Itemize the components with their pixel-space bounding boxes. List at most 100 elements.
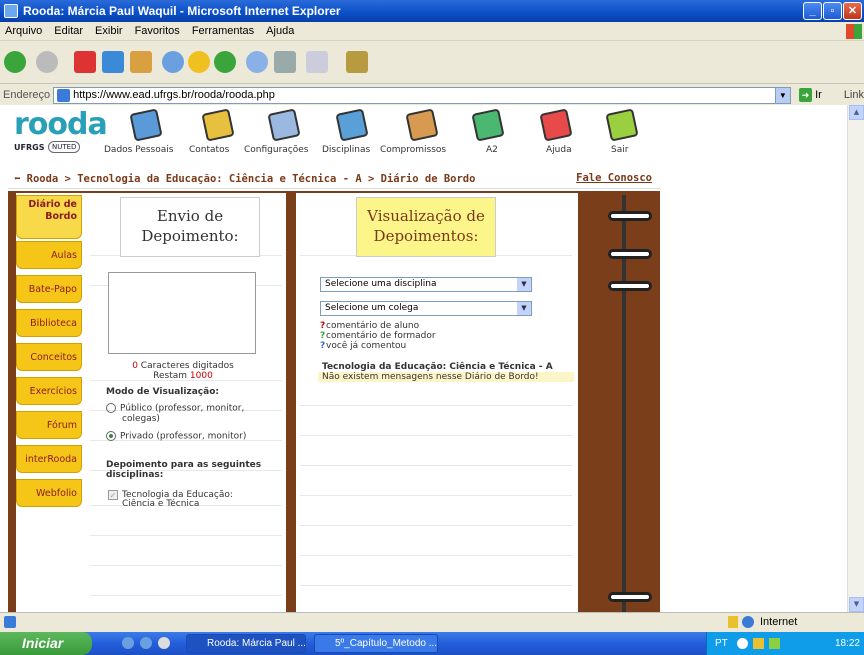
rooda-logo: rooda	[14, 107, 108, 142]
tab-aulas[interactable]: Aulas	[16, 241, 82, 269]
start-button[interactable]: Iniciar	[0, 632, 92, 655]
edit-icon[interactable]	[306, 51, 328, 73]
tab-interrooda[interactable]: interRooda	[16, 445, 82, 473]
network-icon[interactable]	[737, 638, 748, 649]
toolbar	[0, 41, 864, 84]
view-testimonies-label: Visualização de Depoimentos:	[356, 197, 496, 257]
tab-biblioteca[interactable]: Biblioteca	[16, 309, 82, 337]
nav-contatos[interactable]: Contatos	[189, 145, 229, 155]
menu-bar: Arquivo Editar Exibir Favoritos Ferramen…	[0, 22, 864, 41]
tab-bate-papo[interactable]: Bate-Papo	[16, 275, 82, 303]
history-icon[interactable]	[214, 51, 236, 73]
tab-diario-de-bordo[interactable]: Diário de Bordo	[16, 195, 82, 239]
go-button[interactable]: Ir	[815, 89, 822, 101]
vertical-scrollbar[interactable]: ▲ ▼	[847, 105, 864, 612]
ufrgs-logo: UFRGS	[14, 143, 45, 152]
disciplines-icon[interactable]	[335, 108, 369, 142]
chars-remaining: Restam 1000	[108, 371, 258, 381]
nav-ajuda[interactable]: Ajuda	[546, 145, 572, 155]
option-public[interactable]: Público (professor, monitor,	[106, 403, 244, 414]
back-arrow-icon[interactable]: ⬅	[14, 172, 21, 185]
option-private[interactable]: Privado (professor, monitor)	[106, 431, 246, 442]
forward-icon[interactable]	[36, 51, 58, 73]
tab-forum[interactable]: Fórum	[16, 411, 82, 439]
minimize-button[interactable]: _	[803, 2, 822, 20]
mode-label: Modo de Visualização:	[106, 387, 219, 397]
window-title-bar: Rooda: Márcia Paul Waquil - Microsoft In…	[0, 0, 864, 22]
send-testimony-label: Envio de Depoimento:	[120, 197, 260, 257]
task-rooda[interactable]: Rooda: Márcia Paul ...	[186, 634, 306, 653]
task-document[interactable]: 5º_Capítulo_Metodo ...	[314, 634, 438, 653]
stop-icon[interactable]	[74, 51, 96, 73]
search-icon[interactable]	[162, 51, 184, 73]
tray-icon-2[interactable]	[769, 638, 780, 649]
ie-quicklaunch-icon-2[interactable]	[140, 637, 152, 649]
calendar-icon[interactable]	[405, 108, 439, 142]
language-indicator[interactable]: PT	[715, 638, 728, 649]
scroll-up-icon[interactable]: ▲	[849, 105, 864, 120]
discipline-checkbox[interactable]: ✓	[108, 490, 118, 500]
contact-link[interactable]: Fale Conosco	[576, 172, 652, 184]
colleague-select-value: Selecione um colega	[325, 303, 419, 313]
contacts-icon[interactable]	[201, 108, 235, 142]
help-icon[interactable]	[539, 108, 573, 142]
scroll-down-icon[interactable]: ▼	[849, 597, 864, 612]
legend-you: ?você já comentou	[320, 341, 407, 351]
tab-webfolio[interactable]: Webfolio	[16, 479, 82, 507]
radio-private[interactable]	[106, 431, 116, 441]
discipline-select[interactable]: Selecione uma disciplina ▼	[320, 277, 532, 292]
go-arrow-icon[interactable]: ➜	[798, 88, 813, 102]
nav-disciplinas[interactable]: Disciplinas	[322, 145, 370, 155]
nav-configuracoes[interactable]: Configurações	[244, 145, 308, 155]
menu-exibir[interactable]: Exibir	[95, 25, 123, 37]
nav-a2[interactable]: A2	[486, 145, 498, 155]
menu-ferramentas[interactable]: Ferramentas	[192, 25, 254, 37]
exit-icon[interactable]	[605, 108, 639, 142]
remaining-label: Restam	[153, 371, 188, 381]
favorites-icon[interactable]	[188, 51, 210, 73]
settings-icon[interactable]	[267, 108, 301, 142]
maximize-button[interactable]: ▫	[823, 2, 842, 20]
chars-label: Caracteres digitados	[140, 361, 234, 371]
binder-spiral	[608, 193, 658, 612]
status-bar: Internet	[0, 612, 864, 632]
send-testimony-title-1: Envio de	[156, 207, 224, 225]
system-tray: PT 18:22	[706, 632, 864, 655]
view-testimonies-title-1: Visualização de	[367, 207, 485, 225]
address-input[interactable]: https://www.ead.ufrgs.br/rooda/rooda.php…	[53, 86, 791, 104]
messenger-icon[interactable]	[346, 51, 368, 73]
breadcrumb-path[interactable]: Rooda > Tecnologia da Educação: Ciência …	[27, 173, 476, 185]
legend-student: ?comentário de aluno	[320, 321, 420, 331]
chevron-down-icon[interactable]: ▼	[517, 302, 531, 315]
close-button[interactable]: ✕	[843, 2, 862, 20]
menu-arquivo[interactable]: Arquivo	[5, 25, 42, 37]
refresh-icon[interactable]	[102, 51, 124, 73]
menu-editar[interactable]: Editar	[54, 25, 83, 37]
nav-dados-pessoais[interactable]: Dados Pessoais	[104, 145, 173, 155]
home-icon[interactable]	[130, 51, 152, 73]
address-label: Endereço	[3, 89, 51, 101]
nav-sair[interactable]: Sair	[611, 145, 628, 155]
ie-quicklaunch-icon[interactable]	[122, 637, 134, 649]
tab-conceitos[interactable]: Conceitos	[16, 343, 82, 371]
print-icon[interactable]	[274, 51, 296, 73]
menu-ajuda[interactable]: Ajuda	[266, 25, 294, 37]
personal-data-icon[interactable]	[129, 108, 163, 142]
quicklaunch-icon[interactable]	[158, 637, 170, 649]
security-zone: Internet	[760, 616, 798, 628]
back-icon[interactable]	[4, 51, 26, 73]
radio-public[interactable]	[106, 403, 116, 413]
a2-icon[interactable]	[471, 108, 505, 142]
testimony-textarea[interactable]	[108, 272, 256, 354]
menu-favoritos[interactable]: Favoritos	[135, 25, 180, 37]
mail-icon[interactable]	[246, 51, 268, 73]
links-label[interactable]: Link	[844, 89, 864, 101]
option-public-text-1: Público (professor, monitor,	[120, 403, 245, 414]
page-status-icon	[4, 616, 16, 628]
chevron-down-icon[interactable]: ▼	[517, 278, 531, 291]
tray-icon[interactable]	[753, 638, 764, 649]
colleague-select[interactable]: Selecione um colega ▼	[320, 301, 532, 316]
address-dropdown-icon[interactable]: ▼	[774, 87, 790, 103]
nav-compromissos[interactable]: Compromissos	[380, 145, 446, 155]
tab-exercicios[interactable]: Exercícios	[16, 377, 82, 405]
